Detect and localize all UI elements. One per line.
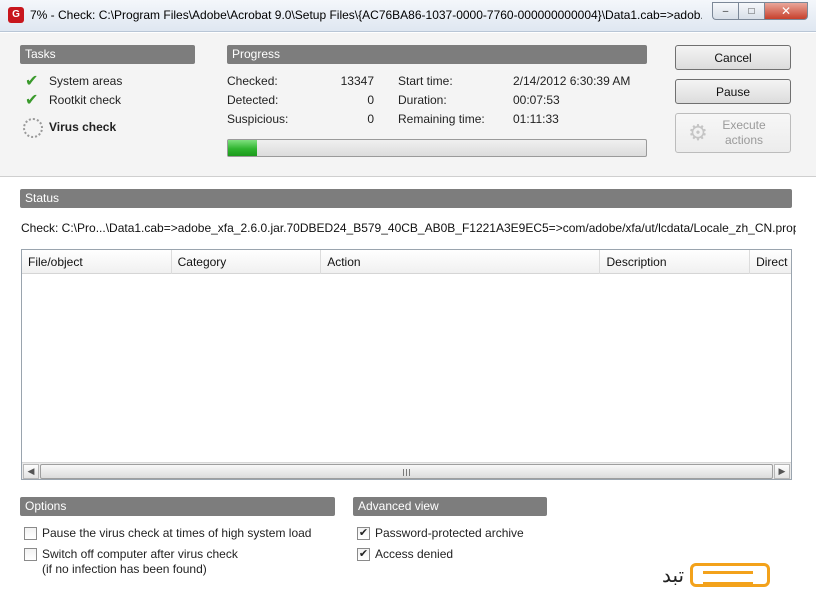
task-system-areas: ✔ System areas — [25, 71, 122, 91]
scroll-left-icon[interactable]: ◀ — [23, 464, 39, 479]
detected-label: Detected: — [227, 93, 279, 107]
scrollbar-thumb[interactable] — [40, 464, 773, 479]
task-label: Virus check — [49, 120, 117, 134]
maximize-button[interactable]: □ — [738, 2, 764, 20]
table-header: File/object Category Action Description … — [22, 250, 791, 274]
advanced-view-header: Advanced view — [353, 497, 547, 516]
remaining-time-label: Remaining time: — [398, 112, 485, 126]
password-protected-checkbox[interactable]: ✔ — [357, 527, 370, 540]
gears-icon: ⚙ — [688, 120, 708, 145]
minimize-button[interactable]: – — [712, 2, 738, 20]
checkmark-icon: ✔ — [25, 73, 39, 90]
shield-icon: G — [8, 7, 24, 23]
task-rootkit-check: ✔ Rootkit check — [25, 90, 121, 110]
access-denied-option[interactable]: ✔ Access denied — [357, 547, 453, 562]
execute-actions-label: Execute actions — [722, 118, 766, 147]
options-header: Options — [20, 497, 335, 516]
checked-label: Checked: — [227, 74, 278, 88]
top-panel: Tasks Progress ✔ System areas ✔ Rootkit … — [0, 33, 816, 177]
remaining-time-value: 01:11:33 — [513, 112, 559, 126]
progress-bar — [227, 139, 647, 157]
grip-icon — [402, 469, 411, 476]
cancel-button[interactable]: Cancel — [675, 45, 791, 70]
column-header-description[interactable]: Description — [600, 250, 751, 274]
spinner-icon — [23, 118, 49, 138]
checked-value: 13347 — [340, 74, 374, 88]
pause-button[interactable]: Pause — [675, 79, 791, 104]
progress-header: Progress — [227, 45, 647, 64]
task-label: Rootkit check — [49, 93, 122, 107]
progress-bar-fill — [228, 140, 258, 156]
window-controls: – □ ✕ — [712, 2, 808, 20]
horizontal-scrollbar[interactable]: ◀ ▶ — [22, 462, 791, 479]
access-denied-label: Access denied — [375, 547, 454, 561]
start-time-value: 2/14/2012 6:30:39 AM — [513, 74, 631, 88]
suspicious-value: 0 — [367, 112, 374, 126]
task-virus-check: Virus check — [23, 118, 117, 138]
watermark-glyph: ﺗﺒﺪ — [662, 563, 685, 587]
status-header: Status — [20, 189, 792, 208]
pause-high-load-option[interactable]: Pause the virus check at times of high s… — [24, 526, 311, 541]
watermark-logo: ﺗﺒﺪ — [662, 560, 812, 590]
results-table[interactable]: File/object Category Action Description … — [21, 249, 792, 480]
switch-off-checkbox[interactable] — [24, 548, 37, 561]
task-label: System areas — [49, 74, 123, 88]
duration-label: Duration: — [398, 93, 447, 107]
window-title: 7% - Check: C:\Program Files\Adobe\Acrob… — [30, 8, 702, 22]
close-button[interactable]: ✕ — [764, 2, 808, 20]
title-bar: G 7% - Check: C:\Program Files\Adobe\Acr… — [0, 0, 816, 32]
duration-value: 00:07:53 — [513, 93, 560, 107]
switch-off-option[interactable]: Switch off computer after virus check (i… — [24, 547, 238, 577]
execute-actions-button[interactable]: ⚙ Execute actions — [675, 113, 791, 153]
column-header-category[interactable]: Category — [172, 250, 322, 274]
switch-off-label: Switch off computer after virus check (i… — [42, 547, 238, 576]
detected-value: 0 — [367, 93, 374, 107]
pause-high-load-checkbox[interactable] — [24, 527, 37, 540]
suspicious-label: Suspicious: — [227, 112, 289, 126]
access-denied-checkbox[interactable]: ✔ — [357, 548, 370, 561]
checkmark-icon: ✔ — [25, 92, 39, 109]
tasks-header: Tasks — [20, 45, 195, 64]
column-header-direct[interactable]: Direct — [750, 250, 791, 274]
column-header-action[interactable]: Action — [321, 250, 601, 274]
column-header-file-object[interactable]: File/object — [22, 250, 172, 274]
status-text: Check: C:\Pro...\Data1.cab=>adobe_xfa_2.… — [21, 221, 796, 235]
scroll-right-icon[interactable]: ▶ — [774, 464, 790, 479]
password-protected-label: Password-protected archive — [375, 526, 524, 540]
pause-high-load-label: Pause the virus check at times of high s… — [42, 526, 312, 540]
start-time-label: Start time: — [398, 74, 453, 88]
watermark-emblem — [690, 563, 771, 587]
password-protected-option[interactable]: ✔ Password-protected archive — [357, 526, 524, 541]
